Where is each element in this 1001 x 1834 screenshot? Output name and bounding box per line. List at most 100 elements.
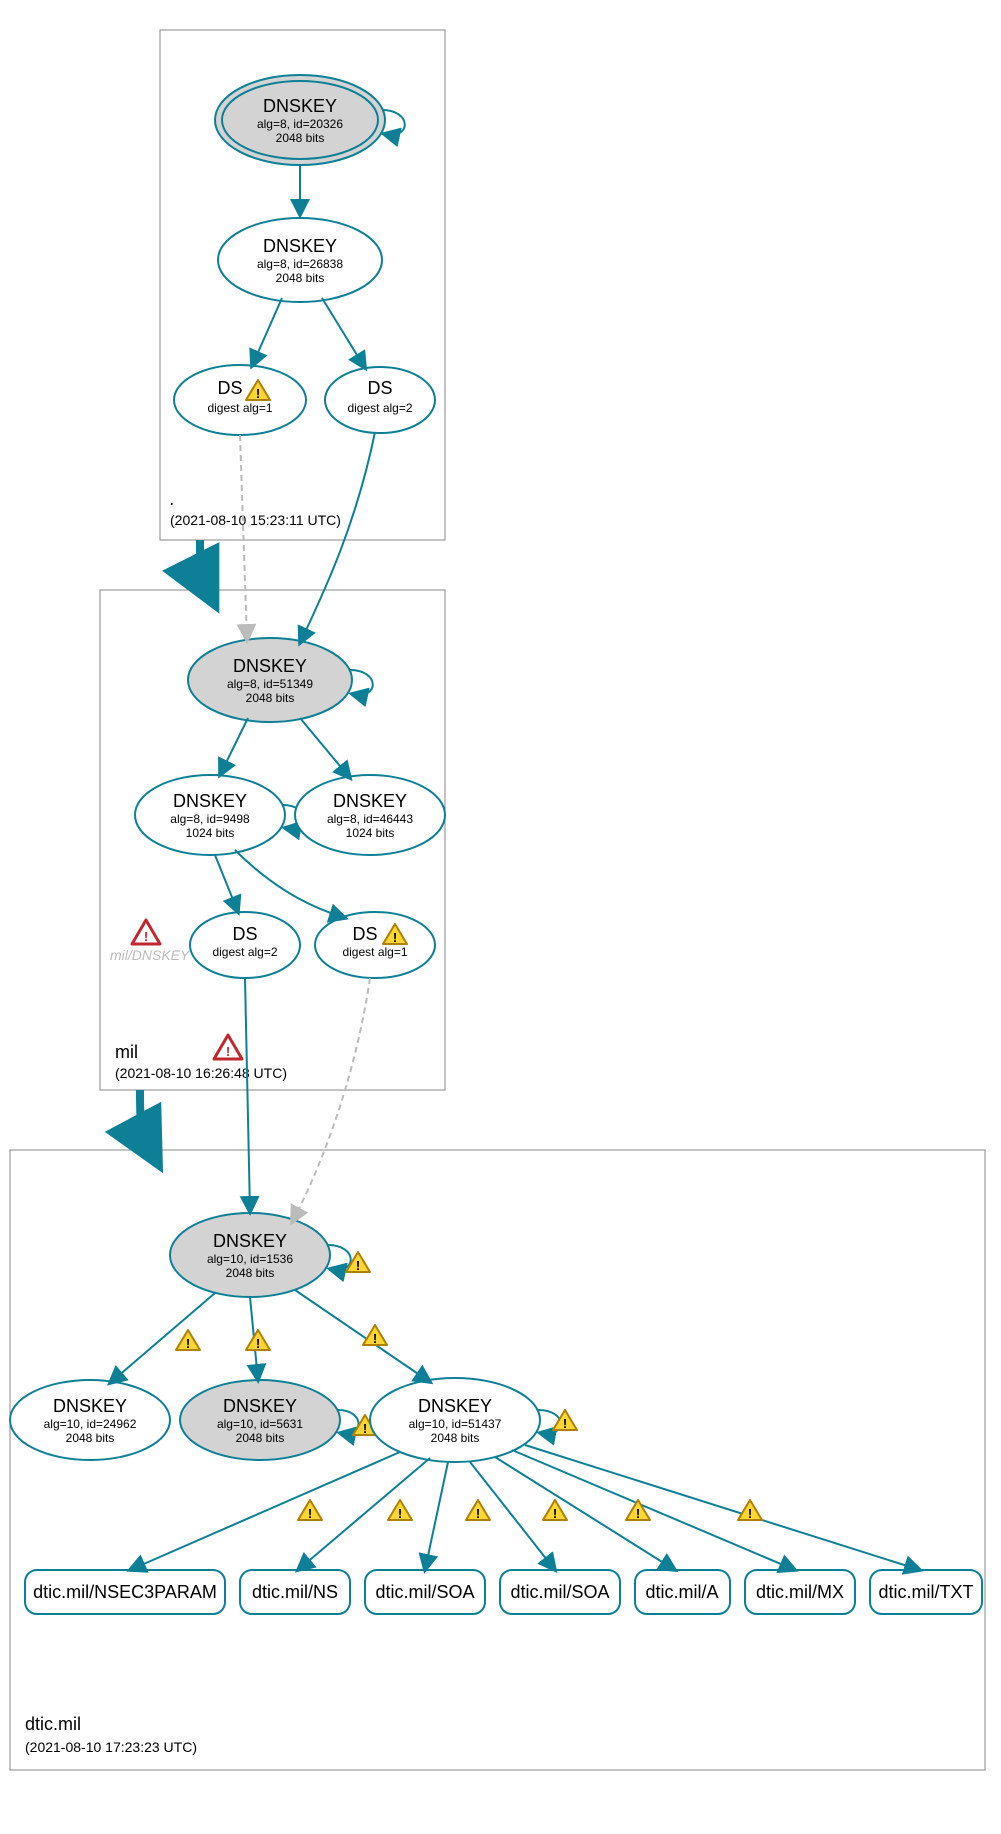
warning-icon: !	[176, 1330, 200, 1351]
rr-mx[interactable]: dtic.mil/MX	[745, 1570, 855, 1614]
warning-icon: !	[388, 1500, 412, 1521]
edge	[110, 1293, 215, 1383]
edge	[245, 978, 250, 1212]
svg-text:!: !	[563, 1416, 567, 1431]
rr-ns[interactable]: dtic.mil/NS	[240, 1570, 350, 1614]
node-title: DNSKEY	[173, 791, 247, 811]
rr-label: dtic.mil/A	[645, 1582, 718, 1602]
node-root-ksk[interactable]: DNSKEY alg=8, id=20326 2048 bits	[215, 75, 405, 165]
zone-mil-date: (2021-08-10 16:26:48 UTC)	[115, 1065, 287, 1081]
node-line1: alg=10, id=5631	[217, 1417, 303, 1431]
warning-icon: !	[466, 1500, 490, 1521]
edge	[495, 1457, 675, 1570]
node-line2: 1024 bits	[346, 826, 395, 840]
svg-text:!: !	[393, 930, 397, 945]
node-title: DNSKEY	[333, 791, 407, 811]
zone-dtic: dtic.mil (2021-08-10 17:23:23 UTC)	[10, 1150, 985, 1770]
delegation-arrow	[140, 1090, 148, 1145]
node-title: DNSKEY	[223, 1396, 297, 1416]
node-mil-zsk1[interactable]: DNSKEY alg=8, id=9498 1024 bits	[135, 775, 304, 855]
rr-soa1[interactable]: dtic.mil/SOA	[365, 1570, 485, 1614]
svg-text:!: !	[636, 1506, 640, 1521]
node-line2: 2048 bits	[236, 1431, 285, 1445]
svg-text:!: !	[308, 1506, 312, 1521]
node-line2: 2048 bits	[226, 1266, 275, 1280]
svg-text:!: !	[256, 1336, 260, 1351]
node-line1: digest alg=1	[207, 401, 272, 415]
node-root-zsk[interactable]: DNSKEY alg=8, id=26838 2048 bits	[218, 218, 382, 302]
node-dtic-ksk[interactable]: DNSKEY alg=10, id=1536 2048 bits !	[170, 1213, 370, 1297]
edge	[235, 850, 345, 918]
rr-txt[interactable]: dtic.mil/TXT	[870, 1570, 982, 1614]
edge	[215, 855, 238, 912]
node-title: DS	[217, 378, 242, 398]
node-mil-ds2[interactable]: DS digest alg=2	[190, 912, 300, 978]
svg-text:!: !	[144, 929, 148, 944]
svg-text:!: !	[553, 1506, 557, 1521]
rr-soa2[interactable]: dtic.mil/SOA	[500, 1570, 620, 1614]
node-line2: 2048 bits	[431, 1431, 480, 1445]
node-line1: alg=10, id=51437	[409, 1417, 502, 1431]
node-mil-ds1[interactable]: DS digest alg=1 !	[315, 912, 435, 978]
node-title: DNSKEY	[213, 1231, 287, 1251]
zone-root-date: (2021-08-10 15:23:11 UTC)	[170, 512, 341, 528]
node-line1: digest alg=2	[347, 401, 412, 415]
rr-nsec3param[interactable]: dtic.mil/NSEC3PARAM	[25, 1570, 225, 1614]
zone-dtic-date: (2021-08-10 17:23:23 UTC)	[25, 1739, 197, 1755]
mil-dnskey-error: ! mil/DNSKEY	[110, 920, 191, 963]
dnssec-diagram: . (2021-08-10 15:23:11 UTC) DNSKEY alg=8…	[0, 0, 1001, 1834]
node-line1: alg=10, id=1536	[207, 1252, 293, 1266]
delegation-arrow	[200, 540, 205, 585]
node-line1: alg=8, id=26838	[257, 257, 343, 271]
rr-label: dtic.mil/NSEC3PARAM	[33, 1582, 217, 1602]
node-line1: digest alg=1	[342, 945, 407, 959]
node-line1: digest alg=2	[212, 945, 277, 959]
node-dtic-k2[interactable]: DNSKEY alg=10, id=5631 2048 bits !	[180, 1380, 377, 1460]
zone-root-label: .	[170, 489, 175, 509]
zone-dtic-label: dtic.mil	[25, 1714, 81, 1734]
node-title: DNSKEY	[263, 236, 337, 256]
node-root-ds2[interactable]: DS digest alg=2	[325, 367, 435, 433]
warning-icon: !	[738, 1500, 762, 1521]
edge	[130, 1452, 400, 1570]
svg-text:!: !	[363, 1421, 367, 1436]
warning-icon: !	[363, 1325, 387, 1346]
rr-label: dtic.mil/NS	[252, 1582, 338, 1602]
mil-side-label: mil/DNSKEY	[110, 947, 191, 963]
node-line2: 2048 bits	[66, 1431, 115, 1445]
node-title: DNSKEY	[53, 1396, 127, 1416]
edge	[220, 718, 248, 775]
edge	[322, 298, 365, 368]
node-dtic-k1[interactable]: DNSKEY alg=10, id=24962 2048 bits	[10, 1380, 170, 1460]
edge	[295, 1290, 430, 1382]
node-line1: alg=8, id=46443	[327, 812, 413, 826]
node-title: DNSKEY	[263, 96, 337, 116]
edge	[300, 718, 350, 778]
node-title: DS	[367, 378, 392, 398]
warning-icon: !	[626, 1500, 650, 1521]
rr-label: dtic.mil/SOA	[510, 1582, 609, 1602]
node-title: DS	[352, 924, 377, 944]
svg-text:!: !	[476, 1506, 480, 1521]
node-line1: alg=10, id=24962	[44, 1417, 137, 1431]
node-line1: alg=8, id=9498	[170, 812, 250, 826]
rr-a[interactable]: dtic.mil/A	[635, 1570, 730, 1614]
svg-text:!: !	[398, 1506, 402, 1521]
node-dtic-k3[interactable]: DNSKEY alg=10, id=51437 2048 bits !	[370, 1378, 577, 1462]
rr-label: dtic.mil/SOA	[375, 1582, 474, 1602]
edge	[300, 432, 375, 643]
node-line2: 2048 bits	[246, 691, 295, 705]
node-mil-zsk2[interactable]: DNSKEY alg=8, id=46443 1024 bits	[295, 775, 445, 855]
warning-icon: !	[298, 1500, 322, 1521]
rr-label: dtic.mil/TXT	[878, 1582, 973, 1602]
svg-text:!: !	[256, 386, 260, 401]
warning-icon: !	[553, 1410, 577, 1431]
edge	[252, 298, 282, 366]
warning-icon: !	[543, 1500, 567, 1521]
dashed-edge	[240, 435, 247, 640]
node-root-ds1[interactable]: DS digest alg=1 !	[174, 365, 306, 435]
node-line2: 2048 bits	[276, 271, 325, 285]
node-mil-ksk[interactable]: DNSKEY alg=8, id=51349 2048 bits	[188, 638, 373, 722]
warning-icon: !	[246, 1330, 270, 1351]
node-line1: alg=8, id=51349	[227, 677, 313, 691]
